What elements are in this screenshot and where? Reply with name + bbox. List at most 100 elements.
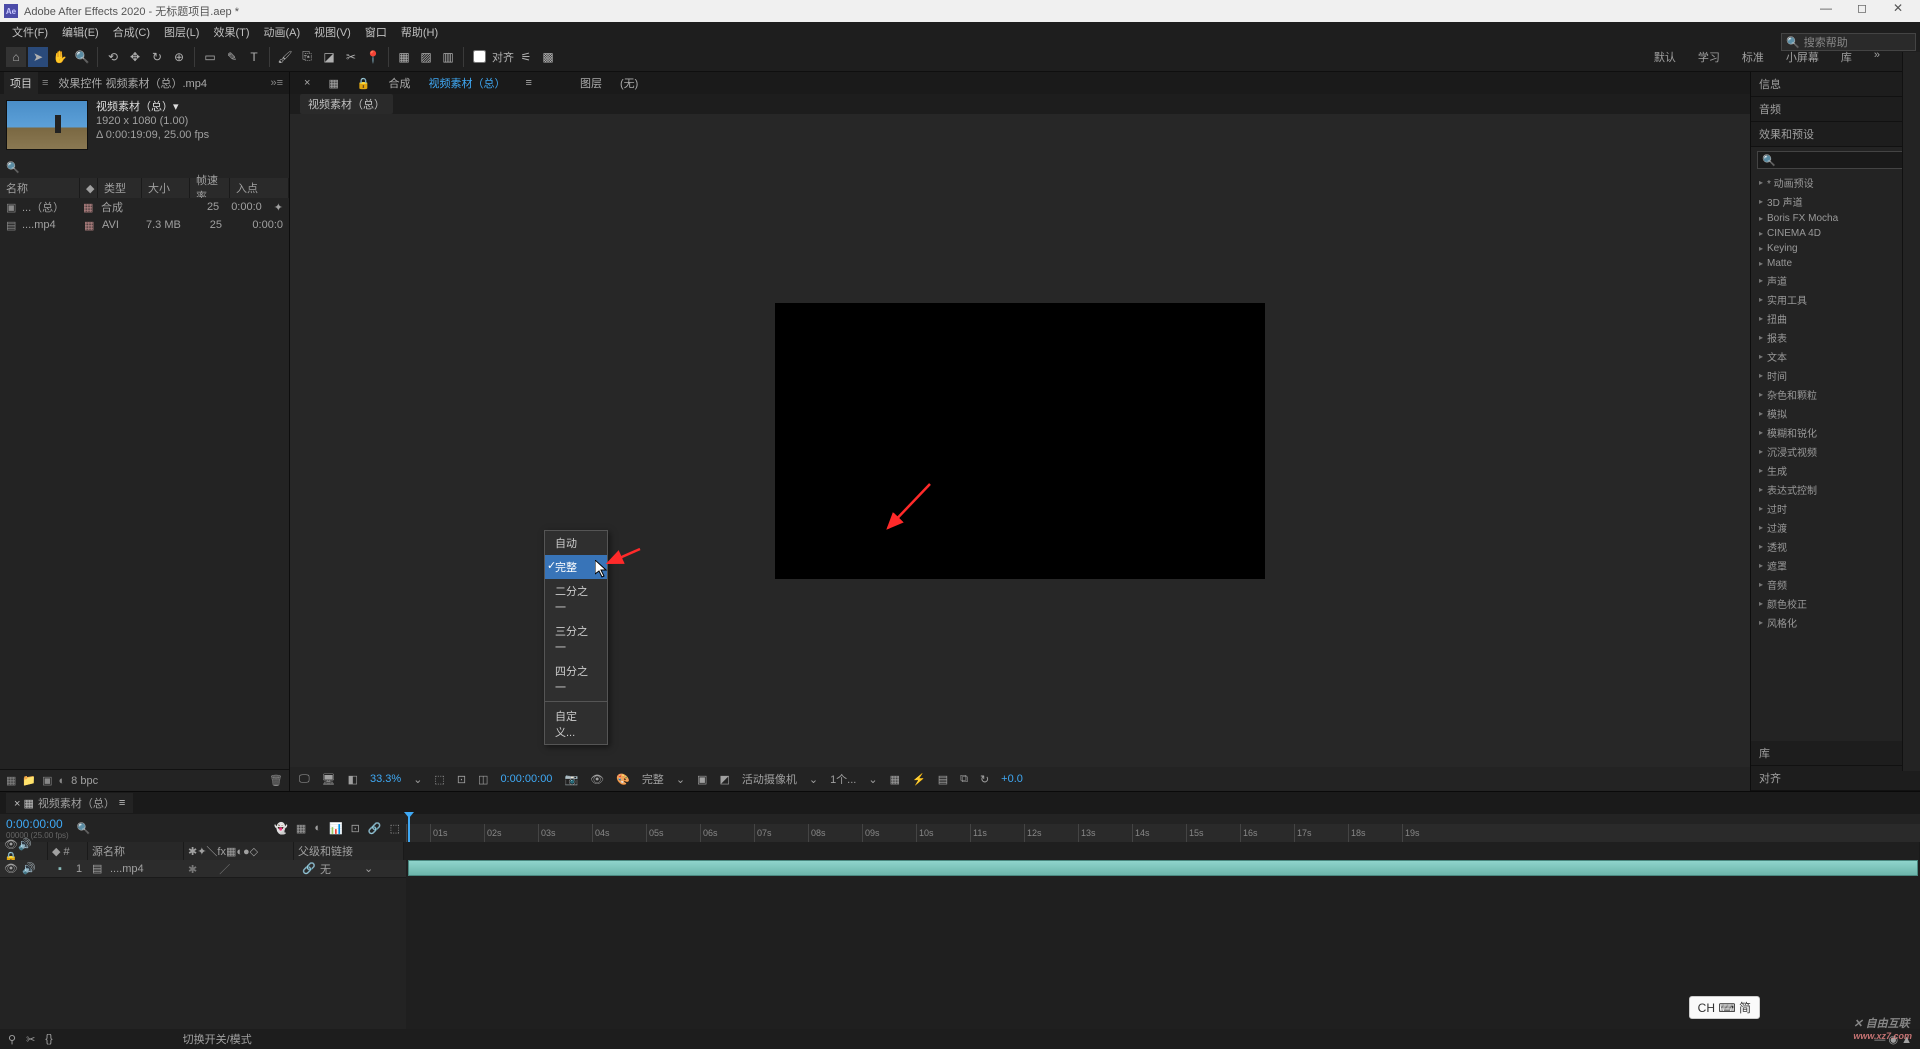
- new-folder-icon[interactable]: 📁: [22, 774, 36, 787]
- menu-view[interactable]: 视图(V): [308, 22, 357, 42]
- vc-3d-icon[interactable]: ▣: [694, 773, 710, 786]
- effects-category[interactable]: 实用工具: [1755, 290, 1916, 309]
- effects-category[interactable]: Matte: [1755, 256, 1916, 271]
- bpc-icon[interactable]: ◐: [59, 775, 66, 787]
- workspace-standard[interactable]: 标准: [1742, 49, 1764, 65]
- effects-category[interactable]: 声道: [1755, 271, 1916, 290]
- dd-quarter[interactable]: 四分之一: [545, 659, 607, 699]
- effects-category[interactable]: 杂色和颗粒: [1755, 385, 1916, 404]
- effects-category[interactable]: * 动画预设: [1755, 173, 1916, 192]
- comp-mini-icon[interactable]: ×: [298, 75, 316, 91]
- col-label-icon[interactable]: ◆: [80, 178, 98, 198]
- effects-category[interactable]: 表达式控制: [1755, 480, 1916, 499]
- effects-category[interactable]: 模糊和锐化: [1755, 423, 1916, 442]
- close-button[interactable]: ✕: [1880, 1, 1916, 21]
- effects-category[interactable]: CINEMA 4D: [1755, 226, 1916, 241]
- minimize-button[interactable]: —: [1808, 1, 1844, 21]
- interpret-icon[interactable]: ▦: [6, 774, 16, 787]
- vc-res-icon[interactable]: ⬚: [431, 773, 447, 786]
- vc-grid-icon[interactable]: ⊡: [454, 773, 469, 786]
- col-type[interactable]: 类型: [98, 178, 142, 198]
- project-row[interactable]: ▤ ....mp4 ▦ AVI 7.3 MB 25 0:00:0: [0, 216, 289, 234]
- panel-audio[interactable]: 音频: [1751, 97, 1920, 122]
- vc-color-icon[interactable]: 🎨: [613, 773, 633, 786]
- search-help[interactable]: 🔍 搜索帮助: [1781, 33, 1916, 51]
- quality-dropdown[interactable]: 完整: [639, 771, 667, 787]
- effects-category[interactable]: 遮罩: [1755, 556, 1916, 575]
- zoom-tool[interactable]: 🔍: [72, 47, 92, 67]
- tab-effect-controls[interactable]: 效果控件 视频素材（总）.mp4: [52, 72, 213, 94]
- rotate-tool[interactable]: ↻: [147, 47, 167, 67]
- tool-extra3[interactable]: ▥: [438, 47, 458, 67]
- effects-category[interactable]: 颜色校正: [1755, 594, 1916, 613]
- tl-hook-icon[interactable]: ⚲: [8, 1033, 16, 1046]
- eraser-tool[interactable]: ◪: [319, 47, 339, 67]
- layer-tab-label[interactable]: 图层: [574, 73, 608, 93]
- panel-library[interactable]: 库▢: [1751, 741, 1920, 766]
- menu-file[interactable]: 文件(F): [6, 22, 54, 42]
- panel-menu-icon[interactable]: »≡: [270, 77, 283, 89]
- dd-half[interactable]: 二分之一: [545, 579, 607, 619]
- vc-reset-icon[interactable]: ↻: [977, 773, 992, 786]
- puppet-tool[interactable]: 📍: [363, 47, 383, 67]
- effects-search[interactable]: 🔍: [1757, 151, 1914, 169]
- effects-category[interactable]: Boris FX Mocha: [1755, 211, 1916, 226]
- dd-third[interactable]: 三分之一: [545, 619, 607, 659]
- timeline-tab[interactable]: × ▦ 视频素材（总） ≡: [6, 793, 133, 813]
- effects-category[interactable]: 过时: [1755, 499, 1916, 518]
- orbit-tool[interactable]: ⟲: [103, 47, 123, 67]
- layer-bar[interactable]: [408, 860, 1918, 876]
- effects-category[interactable]: 过渡: [1755, 518, 1916, 537]
- project-thumbnail[interactable]: [6, 100, 88, 150]
- vc-show-snapshot-icon[interactable]: 👁: [587, 773, 607, 786]
- menu-window[interactable]: 窗口: [359, 22, 393, 42]
- playhead[interactable]: [408, 814, 410, 842]
- maximize-button[interactable]: ◻: [1844, 1, 1880, 21]
- views-dropdown[interactable]: 1个...: [827, 771, 859, 787]
- col-inpoint[interactable]: 入点: [230, 178, 289, 198]
- panel-align[interactable]: 对齐: [1751, 766, 1920, 791]
- pen-tool[interactable]: ✎: [222, 47, 242, 67]
- tl-icon-link[interactable]: 🔗: [368, 822, 382, 835]
- col-name[interactable]: 名称: [0, 178, 80, 198]
- viewer[interactable]: [290, 114, 1750, 767]
- preview-time[interactable]: 0:00:00:00: [497, 773, 555, 785]
- layer-row[interactable]: 👁🔊 ▪ 1 ▤ ....mp4 ✱ ／ 🔗 无⌄: [0, 860, 406, 878]
- effects-category[interactable]: 模拟: [1755, 404, 1916, 423]
- new-comp-icon[interactable]: ▣: [42, 774, 52, 787]
- effects-category[interactable]: 报表: [1755, 328, 1916, 347]
- tool-extra1[interactable]: ▦: [394, 47, 414, 67]
- menu-composition[interactable]: 合成(C): [107, 22, 156, 42]
- snap-checkbox[interactable]: [473, 50, 486, 63]
- current-time[interactable]: 0:00:00:00: [6, 817, 69, 831]
- effects-category[interactable]: 生成: [1755, 461, 1916, 480]
- trash-icon[interactable]: 🗑: [269, 774, 283, 787]
- vc-mask-icon[interactable]: ◫: [475, 773, 491, 786]
- comp-mini-toggle[interactable]: ▦: [322, 75, 344, 92]
- vc-flowchart-icon[interactable]: ⧉: [957, 773, 971, 786]
- ime-indicator[interactable]: CH ⌨ 简: [1689, 996, 1760, 1019]
- anchor-tool[interactable]: ⊕: [169, 47, 189, 67]
- vc-alpha-icon[interactable]: ◧: [345, 773, 361, 786]
- vc-draft-icon[interactable]: ◩: [716, 773, 732, 786]
- workspace-default[interactable]: 默认: [1654, 49, 1676, 65]
- tab-project[interactable]: 项目: [4, 72, 38, 94]
- clone-tool[interactable]: ⎘: [297, 47, 317, 67]
- effects-category[interactable]: 沉浸式视频: [1755, 442, 1916, 461]
- tl-search-icon[interactable]: 🔍: [77, 822, 91, 835]
- vc-snapshot-icon[interactable]: 📷: [561, 773, 581, 786]
- tool-extra2[interactable]: ▨: [416, 47, 436, 67]
- tl-icon-frameblend[interactable]: ▦: [296, 822, 306, 835]
- dd-auto[interactable]: 自动: [545, 531, 607, 555]
- comp-name[interactable]: 视频素材（总）: [423, 73, 512, 93]
- camera-dropdown[interactable]: 活动摄像机: [739, 771, 800, 787]
- pan-camera-tool[interactable]: ✥: [125, 47, 145, 67]
- vc-monitor-icon[interactable]: 🖵: [296, 773, 313, 786]
- selection-tool[interactable]: ➤: [28, 47, 48, 67]
- tl-icon-snap[interactable]: ⬚: [390, 822, 400, 835]
- home-tool[interactable]: ⌂: [6, 47, 26, 67]
- effects-category[interactable]: Keying: [1755, 241, 1916, 256]
- vc-timeline-icon[interactable]: ▤: [935, 773, 951, 786]
- dd-custom[interactable]: 自定义...: [545, 704, 607, 744]
- lock-icon[interactable]: 🔒: [351, 75, 377, 92]
